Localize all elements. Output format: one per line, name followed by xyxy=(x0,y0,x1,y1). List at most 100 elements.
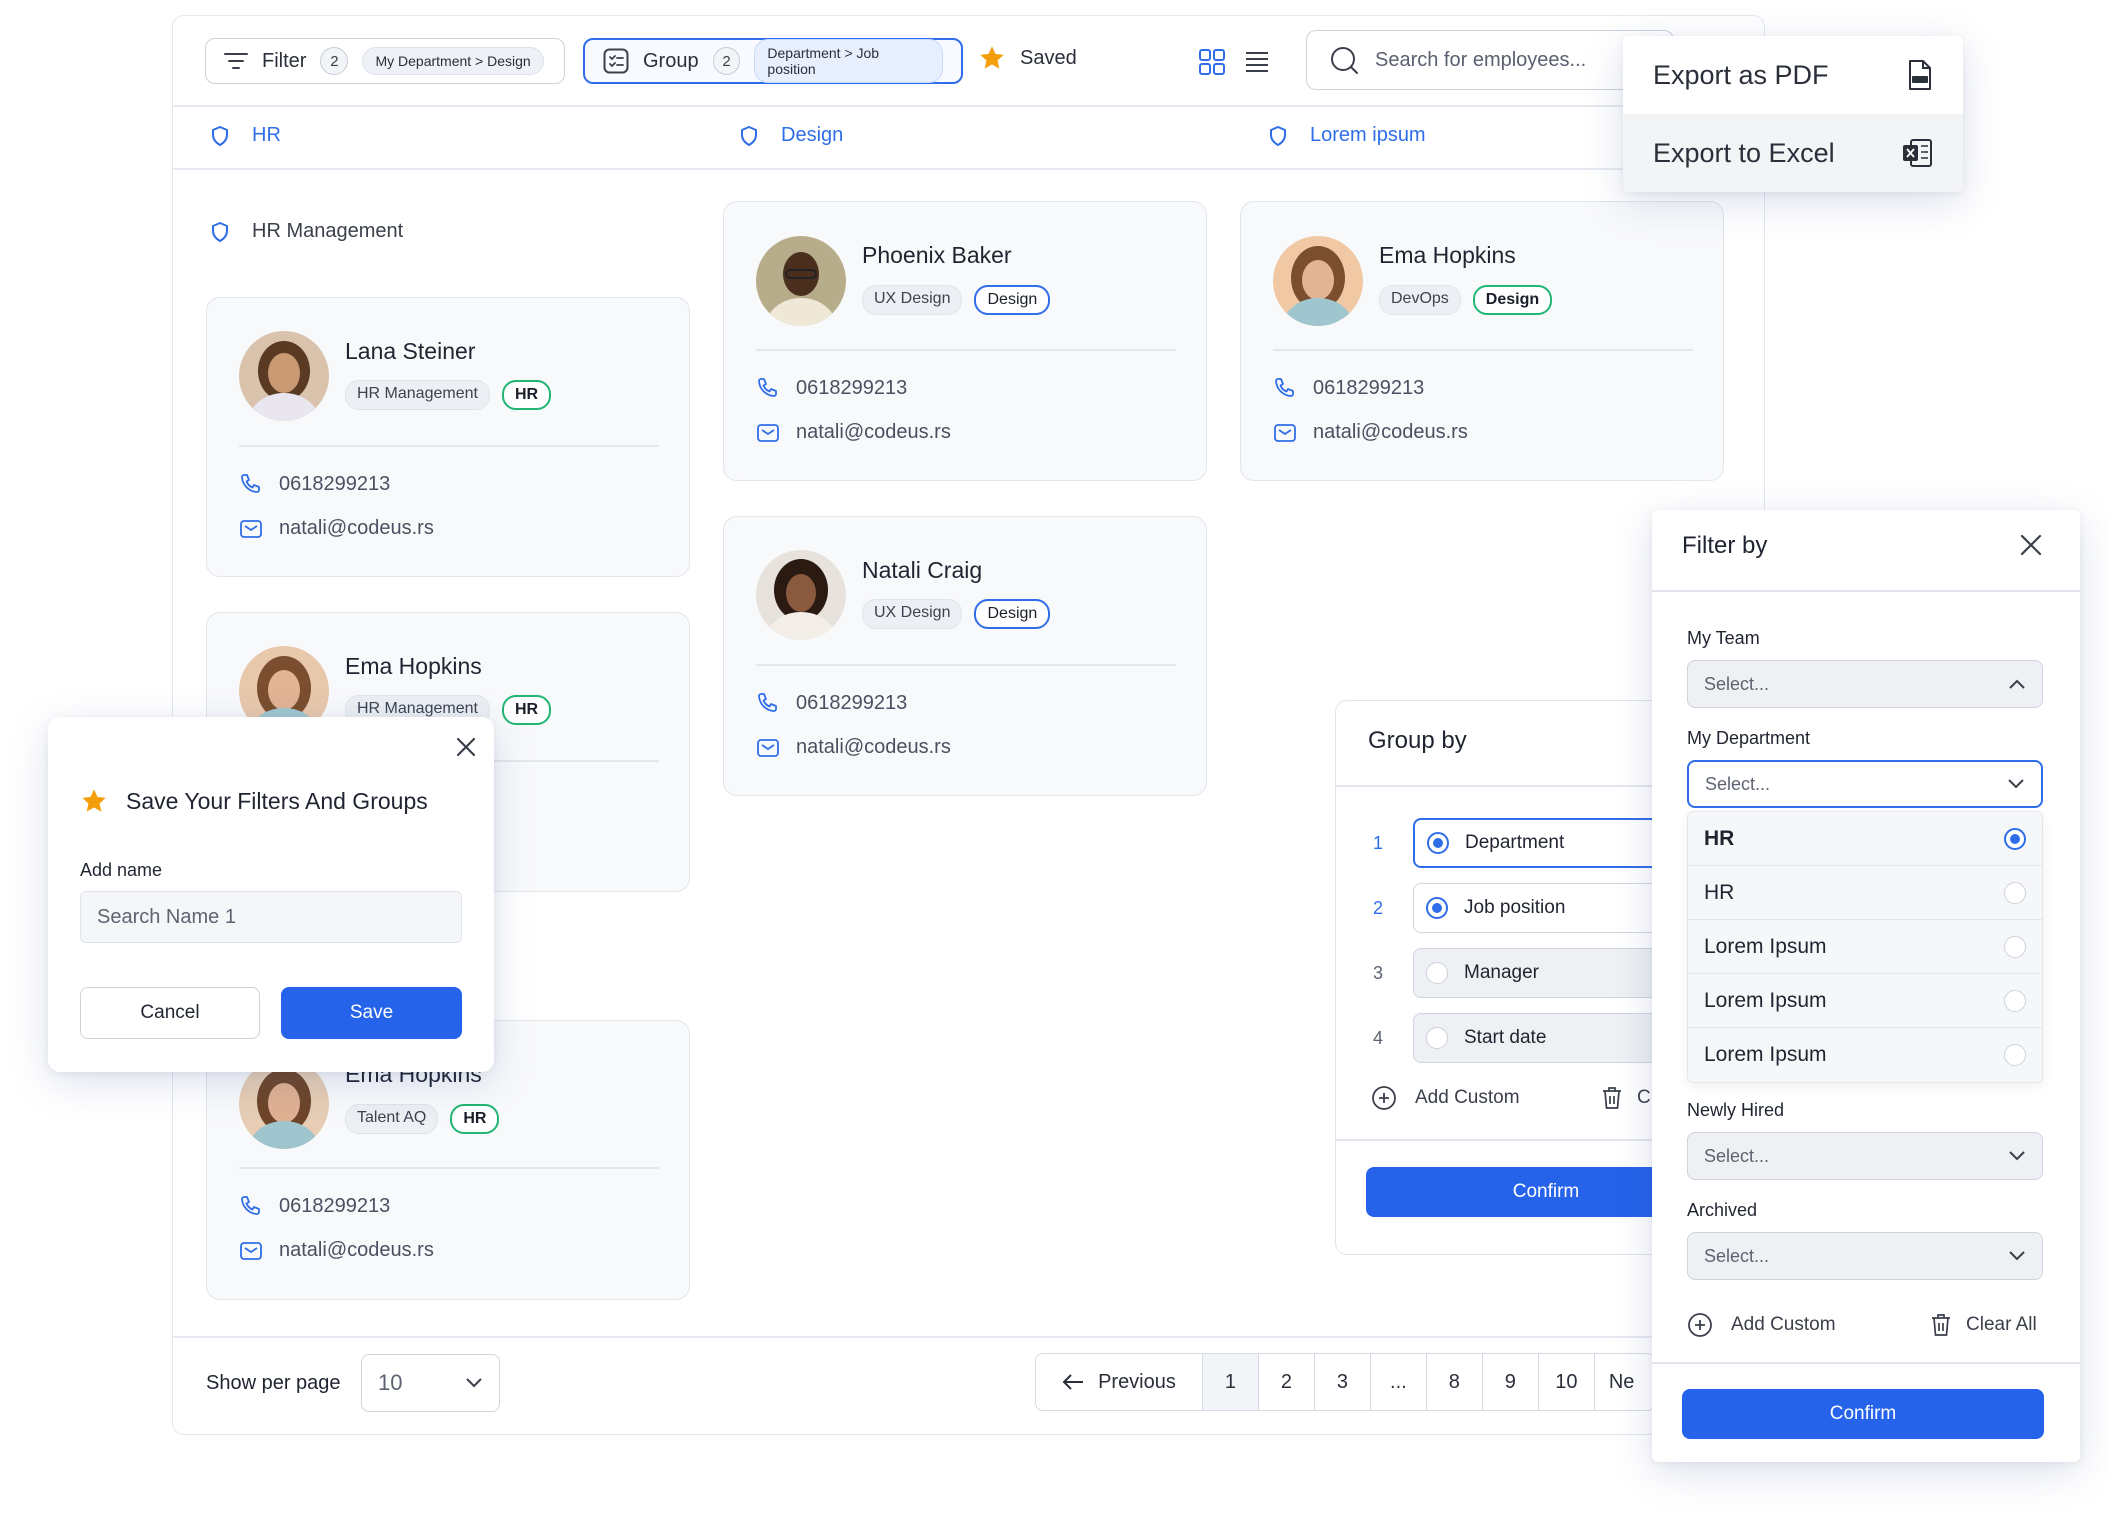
add-custom-label: Add Custom xyxy=(1731,1314,1836,1335)
employee-card[interactable]: Natali Craig UX Design Design 0618299213… xyxy=(723,516,1207,796)
mail-icon xyxy=(1273,422,1297,444)
employee-card[interactable]: Ema Hopkins DevOps Design 0618299213 nat… xyxy=(1240,201,1724,481)
excel-file-icon xyxy=(1901,138,1933,168)
filter-button[interactable]: Filter 2 My Department > Design xyxy=(205,38,565,84)
plus-circle-icon xyxy=(1687,1312,1713,1338)
save-button[interactable]: Save xyxy=(281,987,462,1039)
email-row[interactable]: natali@codeus.rs xyxy=(756,736,951,759)
department-option[interactable]: Lorem Ipsum xyxy=(1688,920,2042,974)
department-option[interactable]: Lorem Ipsum xyxy=(1688,974,2042,1028)
column-header-label: HR xyxy=(252,124,281,146)
page-button[interactable]: 9 xyxy=(1483,1354,1539,1410)
filter-add-custom[interactable]: Add Custom xyxy=(1687,1312,1836,1338)
close-icon[interactable] xyxy=(2018,532,2044,558)
per-page-select[interactable]: 10 xyxy=(361,1354,500,1412)
radio-selected[interactable] xyxy=(1426,897,1448,919)
page-button[interactable]: 2 xyxy=(1259,1354,1315,1410)
email-row[interactable]: natali@codeus.rs xyxy=(239,517,434,540)
pagination: Previous 1 2 3 ... 8 9 10 Ne xyxy=(1035,1353,1655,1411)
panel-divider xyxy=(1336,1139,1696,1141)
phone-number: 0618299213 xyxy=(279,472,391,495)
department-tag: Design xyxy=(1472,285,1553,315)
saved-button[interactable]: Saved xyxy=(978,44,1077,72)
phone-row[interactable]: 0618299213 xyxy=(756,376,907,400)
option-label: HR xyxy=(1704,826,1735,850)
group-add-custom[interactable]: Add Custom xyxy=(1371,1085,1520,1111)
name-input[interactable]: Search Name 1 xyxy=(80,891,462,943)
group-row-number: 4 xyxy=(1373,1027,1384,1048)
phone-row[interactable]: 0618299213 xyxy=(756,691,907,715)
filter-lines-icon xyxy=(224,52,248,70)
group-button[interactable]: Group 2 Department > Job position xyxy=(583,38,963,84)
group-row-number: 2 xyxy=(1373,897,1384,918)
email-row[interactable]: natali@codeus.rs xyxy=(756,421,951,444)
cancel-button[interactable]: Cancel xyxy=(80,987,260,1039)
filter-confirm-button[interactable]: Confirm xyxy=(1682,1389,2044,1439)
radio-unselected[interactable] xyxy=(1426,962,1448,984)
clear-all-button[interactable]: Clear All xyxy=(1930,1312,2037,1338)
page-button[interactable]: 10 xyxy=(1539,1354,1595,1410)
group-clear[interactable]: C xyxy=(1601,1085,1651,1111)
radio-unselected[interactable] xyxy=(2004,1044,2026,1066)
card-divider xyxy=(239,1167,659,1169)
email-address: natali@codeus.rs xyxy=(1313,421,1468,443)
list-view-icon[interactable] xyxy=(1244,50,1270,74)
grid-view-icon[interactable] xyxy=(1198,48,1226,76)
email-address: natali@codeus.rs xyxy=(279,1239,434,1261)
group-row-number: 1 xyxy=(1373,832,1384,853)
column-header-design[interactable]: Design xyxy=(739,124,843,147)
add-custom-label: Add Custom xyxy=(1415,1087,1520,1108)
export-menu: Export as PDF Export to Excel xyxy=(1623,36,1963,192)
filter-label: Filter xyxy=(262,49,307,72)
radio-selected[interactable] xyxy=(1427,832,1449,854)
phone-row[interactable]: 0618299213 xyxy=(239,472,390,496)
subgroup-hr-management[interactable]: HR Management xyxy=(210,220,403,243)
page-button-current[interactable]: 1 xyxy=(1202,1354,1259,1410)
phone-row[interactable]: 0618299213 xyxy=(1273,376,1424,400)
column-header-hr[interactable]: HR xyxy=(210,124,281,147)
page-button[interactable]: 3 xyxy=(1315,1354,1371,1410)
newly-hired-select[interactable]: Select... xyxy=(1687,1132,2043,1180)
export-pdf-item[interactable]: Export as PDF xyxy=(1623,36,1963,114)
column-header-label: Design xyxy=(781,124,844,146)
column-header-lorem[interactable]: Lorem ipsum xyxy=(1268,124,1426,147)
department-option[interactable]: HR xyxy=(1688,866,2042,920)
email-row[interactable]: natali@codeus.rs xyxy=(1273,421,1468,444)
close-icon[interactable] xyxy=(454,735,478,759)
chevron-up-icon xyxy=(2008,678,2026,690)
email-row[interactable]: natali@codeus.rs xyxy=(239,1239,434,1262)
filter-crumb: My Department > Design xyxy=(362,47,544,75)
role-tag: HR Management xyxy=(345,380,490,410)
radio-unselected[interactable] xyxy=(1426,1027,1448,1049)
phone-row[interactable]: 0618299213 xyxy=(239,1194,390,1218)
radio-unselected[interactable] xyxy=(2004,881,2026,904)
next-button[interactable]: Ne xyxy=(1595,1354,1654,1410)
employee-card[interactable]: Phoenix Baker UX Design Design 061829921… xyxy=(723,201,1207,481)
select-value: Select... xyxy=(1704,673,1770,694)
radio-unselected[interactable] xyxy=(2004,935,2026,958)
my-team-select[interactable]: Select... xyxy=(1687,660,2043,708)
radio-unselected[interactable] xyxy=(2004,989,2026,1012)
group-row-number: 3 xyxy=(1373,962,1384,983)
page-button[interactable]: 8 xyxy=(1427,1354,1483,1410)
department-option[interactable]: HR xyxy=(1688,812,2042,866)
export-pdf-label: Export as PDF xyxy=(1653,59,1829,90)
group-option-label: Department xyxy=(1465,832,1565,853)
group-list-icon xyxy=(603,48,629,74)
previous-button[interactable]: Previous xyxy=(1036,1354,1203,1410)
my-department-select[interactable]: Select... xyxy=(1687,760,2043,808)
search-input[interactable]: Search for employees... xyxy=(1306,30,1674,90)
email-address: natali@codeus.rs xyxy=(796,736,951,758)
export-excel-item[interactable]: Export to Excel xyxy=(1623,114,1963,192)
department-option[interactable]: Lorem Ipsum xyxy=(1688,1028,2042,1082)
page-ellipsis: ... xyxy=(1371,1354,1427,1410)
radio-selected[interactable] xyxy=(2004,827,2026,850)
avatar xyxy=(1273,236,1363,326)
clear-all-label: Clear All xyxy=(1966,1314,2037,1335)
employee-card[interactable]: Lana Steiner HR Management HR 0618299213… xyxy=(206,297,690,577)
group-by-panel: Group by 1 Department 2 Job position 3 M… xyxy=(1335,700,1726,1255)
card-divider xyxy=(239,445,659,447)
archived-select[interactable]: Select... xyxy=(1687,1232,2043,1280)
shield-icon xyxy=(739,125,759,147)
employee-name: Lana Steiner xyxy=(345,338,476,364)
